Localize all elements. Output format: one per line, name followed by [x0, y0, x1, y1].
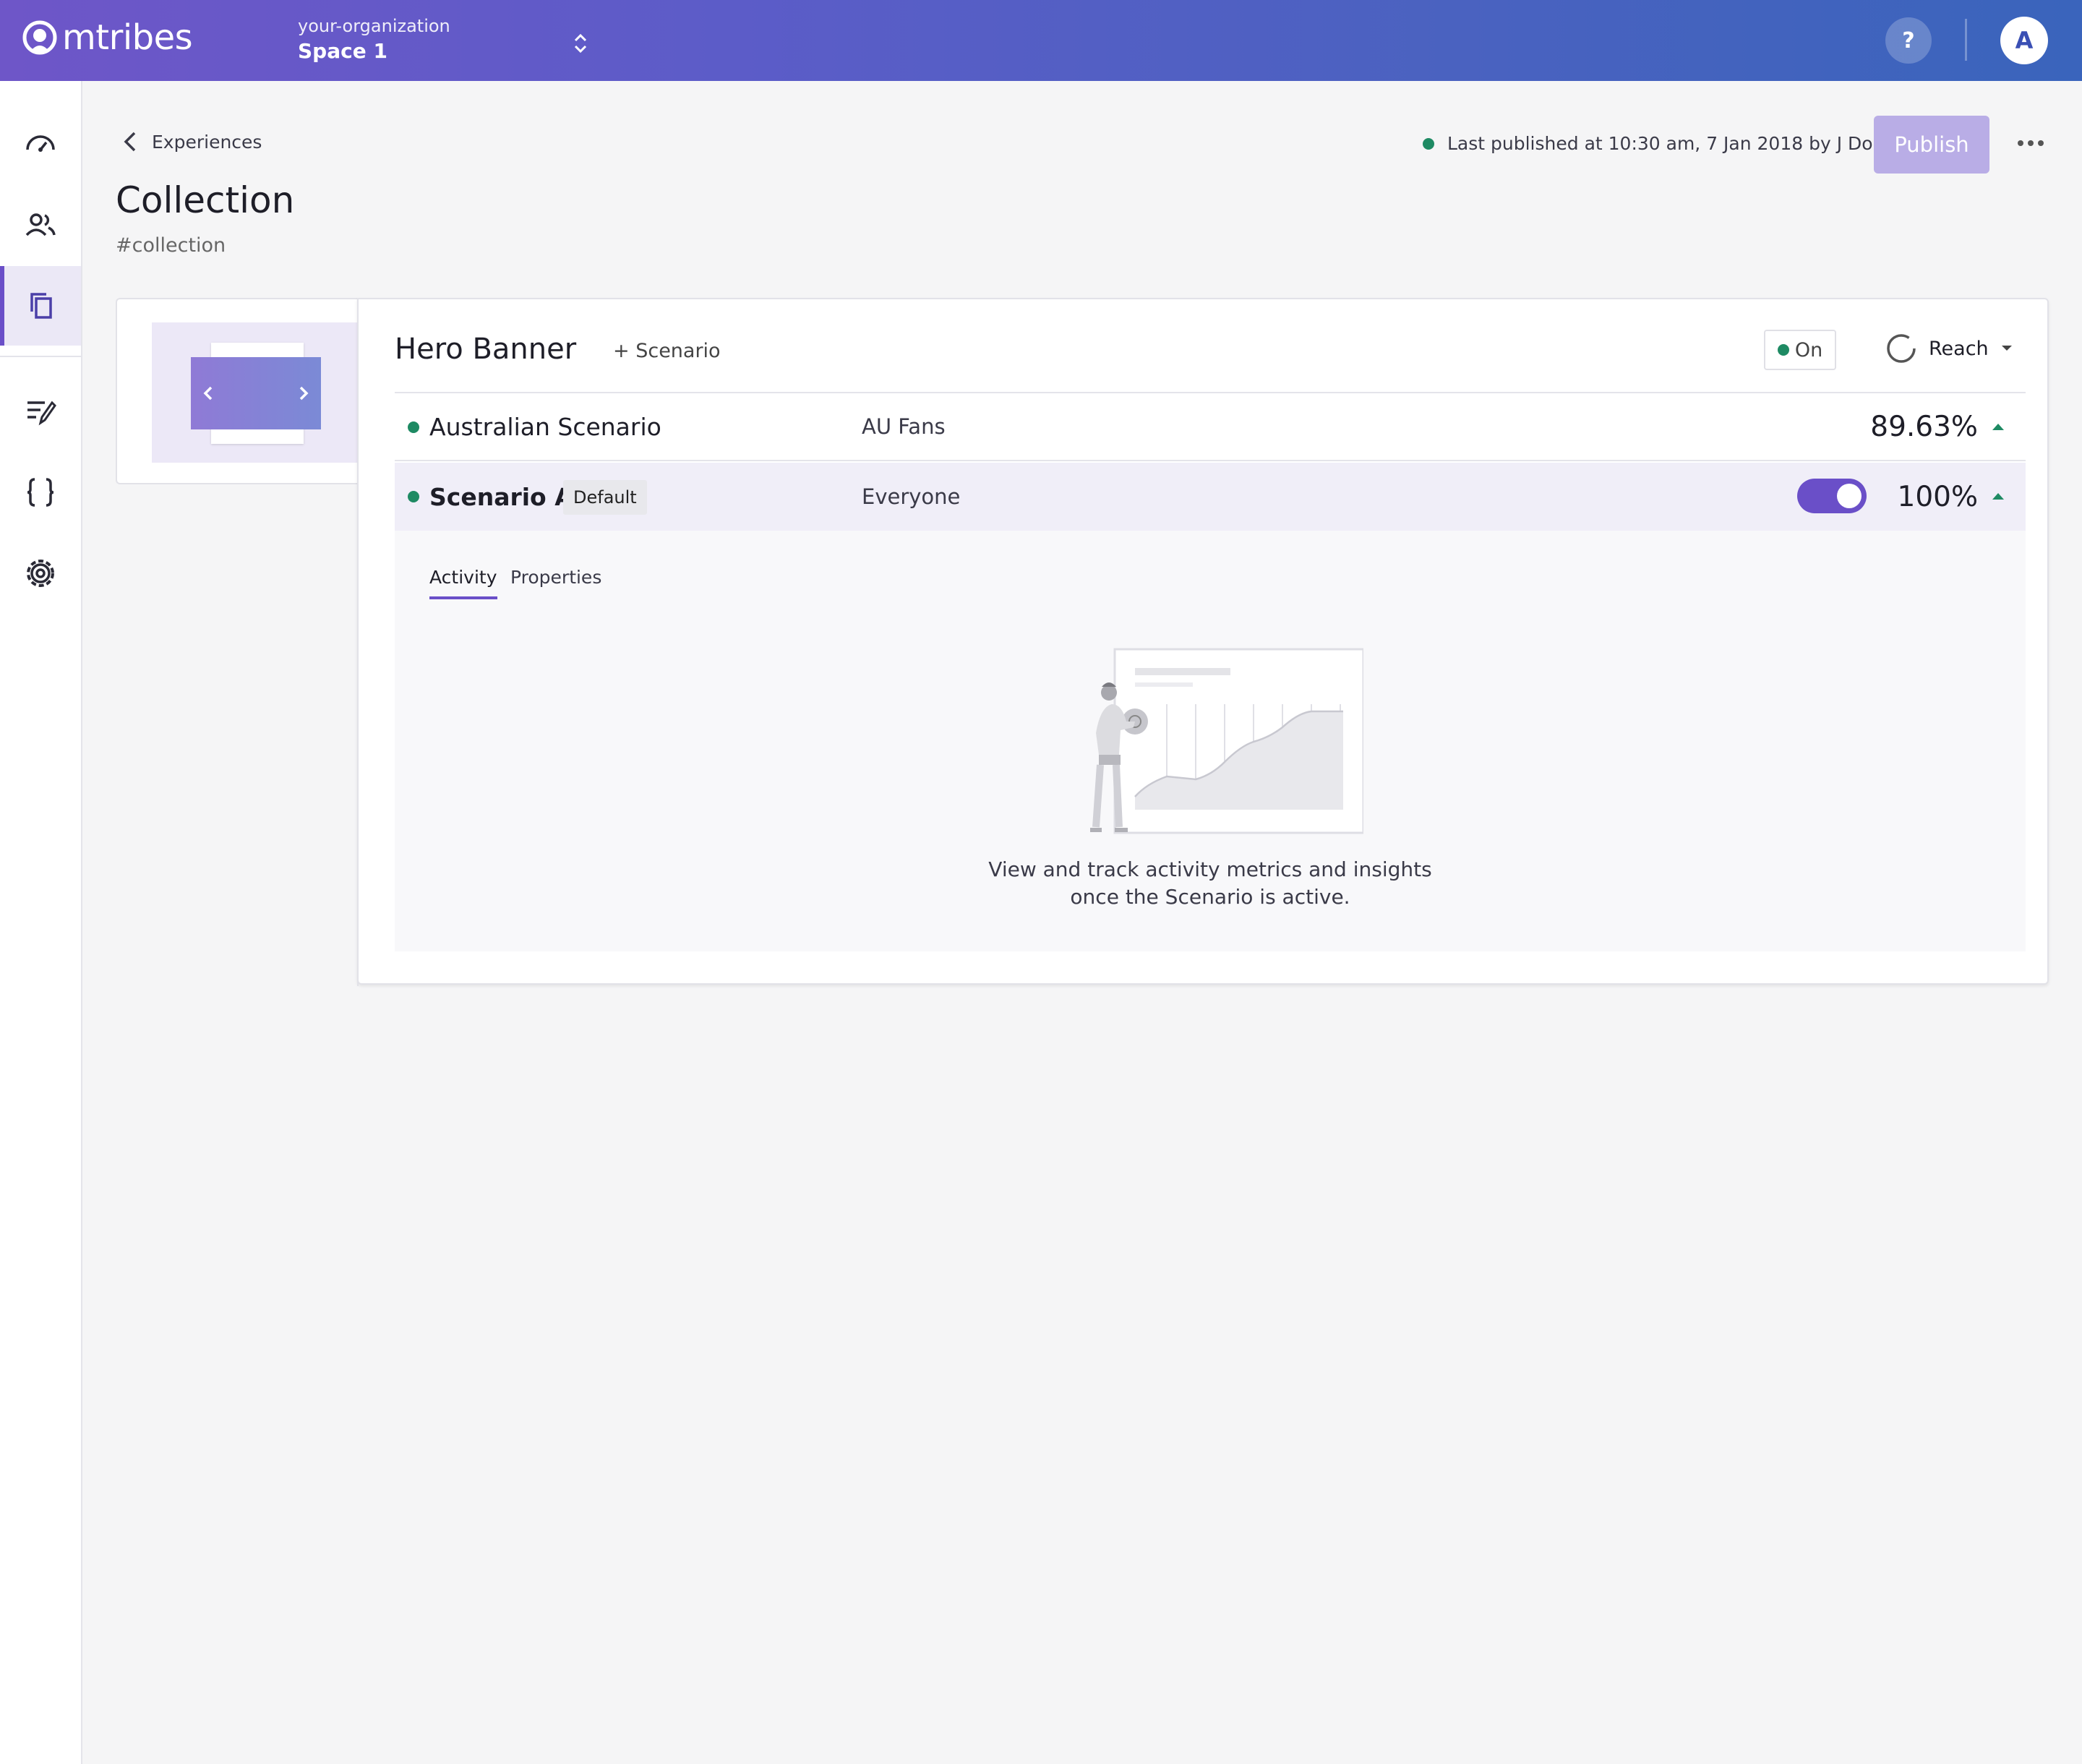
sidebar-item-code[interactable]: [0, 453, 81, 532]
caret-up-icon[interactable]: [1992, 424, 2004, 430]
page-title: Collection: [116, 179, 295, 221]
thumbnail-slide: [191, 357, 321, 429]
space-switcher[interactable]: your-organization Space 1: [298, 16, 450, 63]
publish-status-text: Last published at 10:30 am, 7 Jan 2018 b…: [1447, 133, 1884, 154]
top-bar: mtribes your-organization Space 1 ? A: [0, 0, 2082, 81]
more-options-icon[interactable]: [2014, 129, 2047, 158]
mtribes-logo-icon: [22, 20, 57, 55]
sidebar-divider: [0, 356, 81, 357]
edit-list-icon: [27, 401, 56, 426]
scenario-row[interactable]: Australian Scenario AU Fans 89.63%: [395, 393, 2026, 461]
add-scenario-button[interactable]: + Scenario: [613, 340, 721, 362]
experience-thumbnail-card: [116, 298, 360, 484]
experience-state-badge[interactable]: On: [1764, 330, 1836, 370]
chevron-right-icon: [299, 386, 309, 401]
experience-title: Hero Banner: [395, 333, 577, 366]
sidebar: [0, 81, 82, 1764]
scenario-audience: AU Fans: [862, 414, 946, 439]
scenario-name: Scenario A: [429, 482, 573, 511]
collection-key: #collection: [116, 234, 226, 257]
code-braces-icon: [27, 478, 54, 507]
reach-progress-icon: [1887, 334, 1916, 363]
empty-state-line-1: View and track activity metrics and insi…: [988, 857, 1432, 881]
toggle-knob: [1837, 484, 1862, 508]
experience-card: Hero Banner + Scenario On Reach Australi…: [357, 298, 2049, 986]
user-avatar[interactable]: A: [2000, 17, 2048, 64]
users-icon: [25, 213, 56, 236]
activity-empty-illustration: [1090, 648, 1363, 834]
scenario-audience: Everyone: [862, 484, 961, 509]
metric-label: Reach: [1929, 337, 1989, 360]
back-link-label: Experiences: [152, 131, 262, 153]
scenario-enabled-toggle[interactable]: [1797, 479, 1867, 513]
chevron-left-icon: [203, 386, 213, 401]
brand-name: mtribes: [62, 17, 193, 58]
publish-button[interactable]: Publish: [1874, 116, 1989, 174]
caret-down-icon: [2001, 346, 2012, 351]
topbar-divider: [1965, 19, 1967, 61]
scenario-name: Australian Scenario: [429, 412, 661, 441]
scenario-row-selected[interactable]: Scenario A Default Everyone 100%: [395, 463, 2026, 531]
scenario-reach-percent: 100%: [1897, 480, 1979, 513]
caret-up-icon[interactable]: [1992, 493, 2004, 500]
scenario-status-dot: [408, 491, 419, 502]
publish-status: Last published at 10:30 am, 7 Jan 2018 b…: [1423, 133, 1884, 154]
empty-state-line-2: once the Scenario is active.: [1070, 885, 1350, 909]
tab-activity[interactable]: Activity: [429, 567, 497, 599]
scenario-reach-percent: 89.63%: [1870, 410, 1978, 443]
settings-gear-icon: [27, 560, 54, 587]
state-label: On: [1794, 338, 1823, 361]
back-to-experiences-link[interactable]: Experiences: [121, 129, 262, 155]
help-button[interactable]: ?: [1885, 17, 1932, 64]
dashboard-gauge-icon: [26, 135, 55, 152]
hero-banner-thumbnail[interactable]: [152, 322, 360, 463]
chevron-left-icon: [124, 132, 136, 152]
empty-state-message: View and track activity metrics and insi…: [395, 856, 2026, 911]
metric-selector[interactable]: Reach: [1885, 333, 2013, 364]
sidebar-item-dashboard[interactable]: [0, 104, 81, 184]
default-badge: Default: [563, 480, 647, 515]
scenario-detail-panel: Activity Properties View and track activ…: [395, 531, 2026, 951]
status-dot: [1423, 137, 1434, 150]
chevron-up-down-icon[interactable]: [570, 29, 591, 58]
organization-name: your-organization: [298, 16, 450, 36]
tab-properties[interactable]: Properties: [510, 567, 601, 596]
state-dot: [1777, 344, 1789, 356]
scenario-status-dot: [408, 421, 419, 433]
sidebar-item-editor[interactable]: [0, 372, 81, 451]
sidebar-item-collections[interactable]: [0, 266, 81, 346]
brand-logo[interactable]: mtribes: [22, 17, 193, 58]
space-name: Space 1: [298, 39, 387, 63]
collections-icon: [30, 293, 52, 319]
sidebar-item-audiences[interactable]: [0, 185, 81, 265]
sidebar-item-settings[interactable]: [0, 534, 81, 613]
